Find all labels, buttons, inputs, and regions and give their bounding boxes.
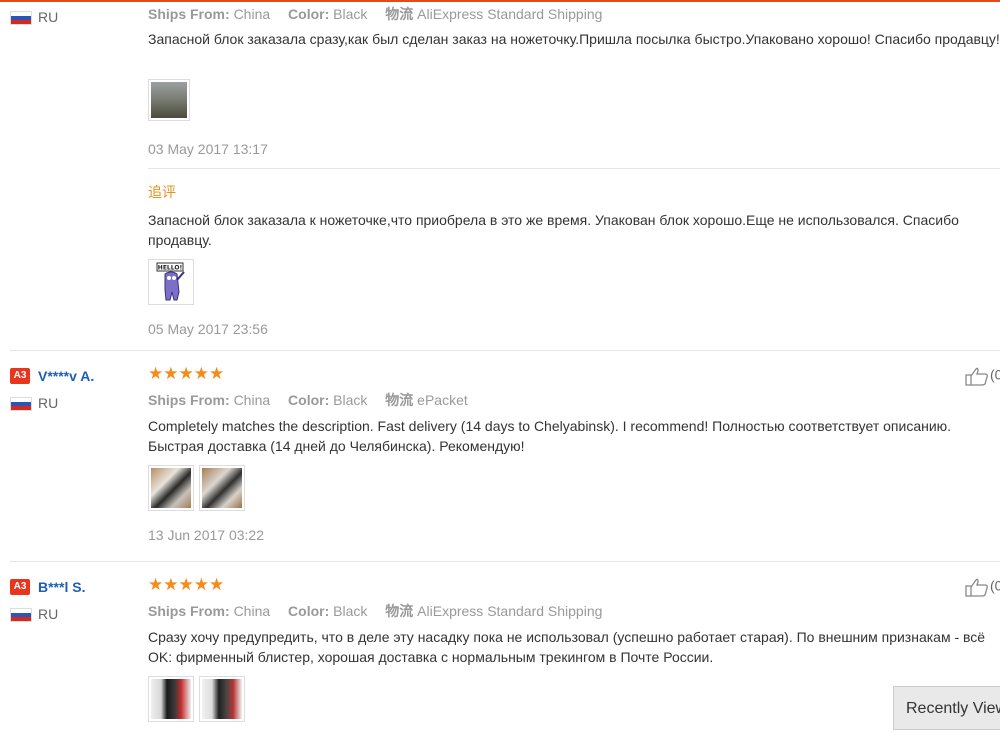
review-meta: Ships From: China Color: Black 物流 AliExp… — [148, 6, 603, 22]
star-rating: ★★★★★ — [148, 575, 225, 594]
review-divider — [10, 561, 1000, 562]
country-ru: RU — [10, 606, 58, 623]
helpful-button[interactable]: (0 — [964, 577, 1000, 597]
review-divider — [10, 350, 1000, 351]
followup-text: Запасной блок заказала к ножеточке,что п… — [148, 212, 959, 248]
hello-sticker-icon: HELLO! — [156, 262, 185, 301]
reviewer-info: A3 B***l S. — [10, 578, 140, 596]
level-badge: A3 — [10, 367, 30, 384]
review-meta: Ships From: China Color: Black 物流 ePacke… — [148, 392, 468, 408]
review-date: 03 May 2017 13:17 — [148, 141, 268, 157]
review-meta: Ships From: China Color: Black 物流 AliExp… — [148, 603, 603, 619]
review-date: 13 Jun 2017 03:22 — [148, 527, 264, 543]
review-photo[interactable] — [148, 465, 194, 511]
top-accent-line — [0, 0, 1000, 2]
country-ru: RU — [10, 395, 58, 412]
reviewer-name[interactable]: B***l S. — [38, 579, 85, 595]
helpful-button[interactable]: (0 — [964, 366, 1000, 386]
svg-text:HELLO!: HELLO! — [158, 265, 182, 272]
review-text: Запасной блок заказала сразу,как был сде… — [148, 31, 1000, 47]
reviewer-info: A3 V****v A. — [10, 367, 140, 385]
divider — [148, 168, 1000, 169]
followup-label: 追评 — [148, 184, 176, 200]
russia-flag-icon — [10, 608, 32, 623]
followup-date: 05 May 2017 23:56 — [148, 321, 268, 337]
star-rating: ★★★★★ — [148, 364, 225, 383]
review-photo[interactable] — [148, 676, 194, 722]
thumbs-up-icon — [965, 578, 988, 597]
reviewer-name[interactable]: V****v A. — [38, 368, 94, 384]
review-text: Сразу хочу предупредить, что в деле эту … — [148, 629, 986, 665]
followup-photo[interactable]: HELLO! — [148, 259, 194, 305]
review-photo[interactable] — [148, 79, 190, 121]
russia-flag-icon — [10, 11, 32, 26]
country-ru: RU — [10, 9, 58, 26]
russia-flag-icon — [10, 397, 32, 412]
review-photo[interactable] — [199, 676, 245, 722]
review-text: Completely matches the description. Fast… — [148, 418, 952, 454]
level-badge: A3 — [10, 578, 30, 595]
thumbs-up-icon — [965, 367, 988, 386]
review-photo[interactable] — [199, 465, 245, 511]
recently-viewed-button[interactable]: Recently Viewed — [893, 686, 1000, 730]
